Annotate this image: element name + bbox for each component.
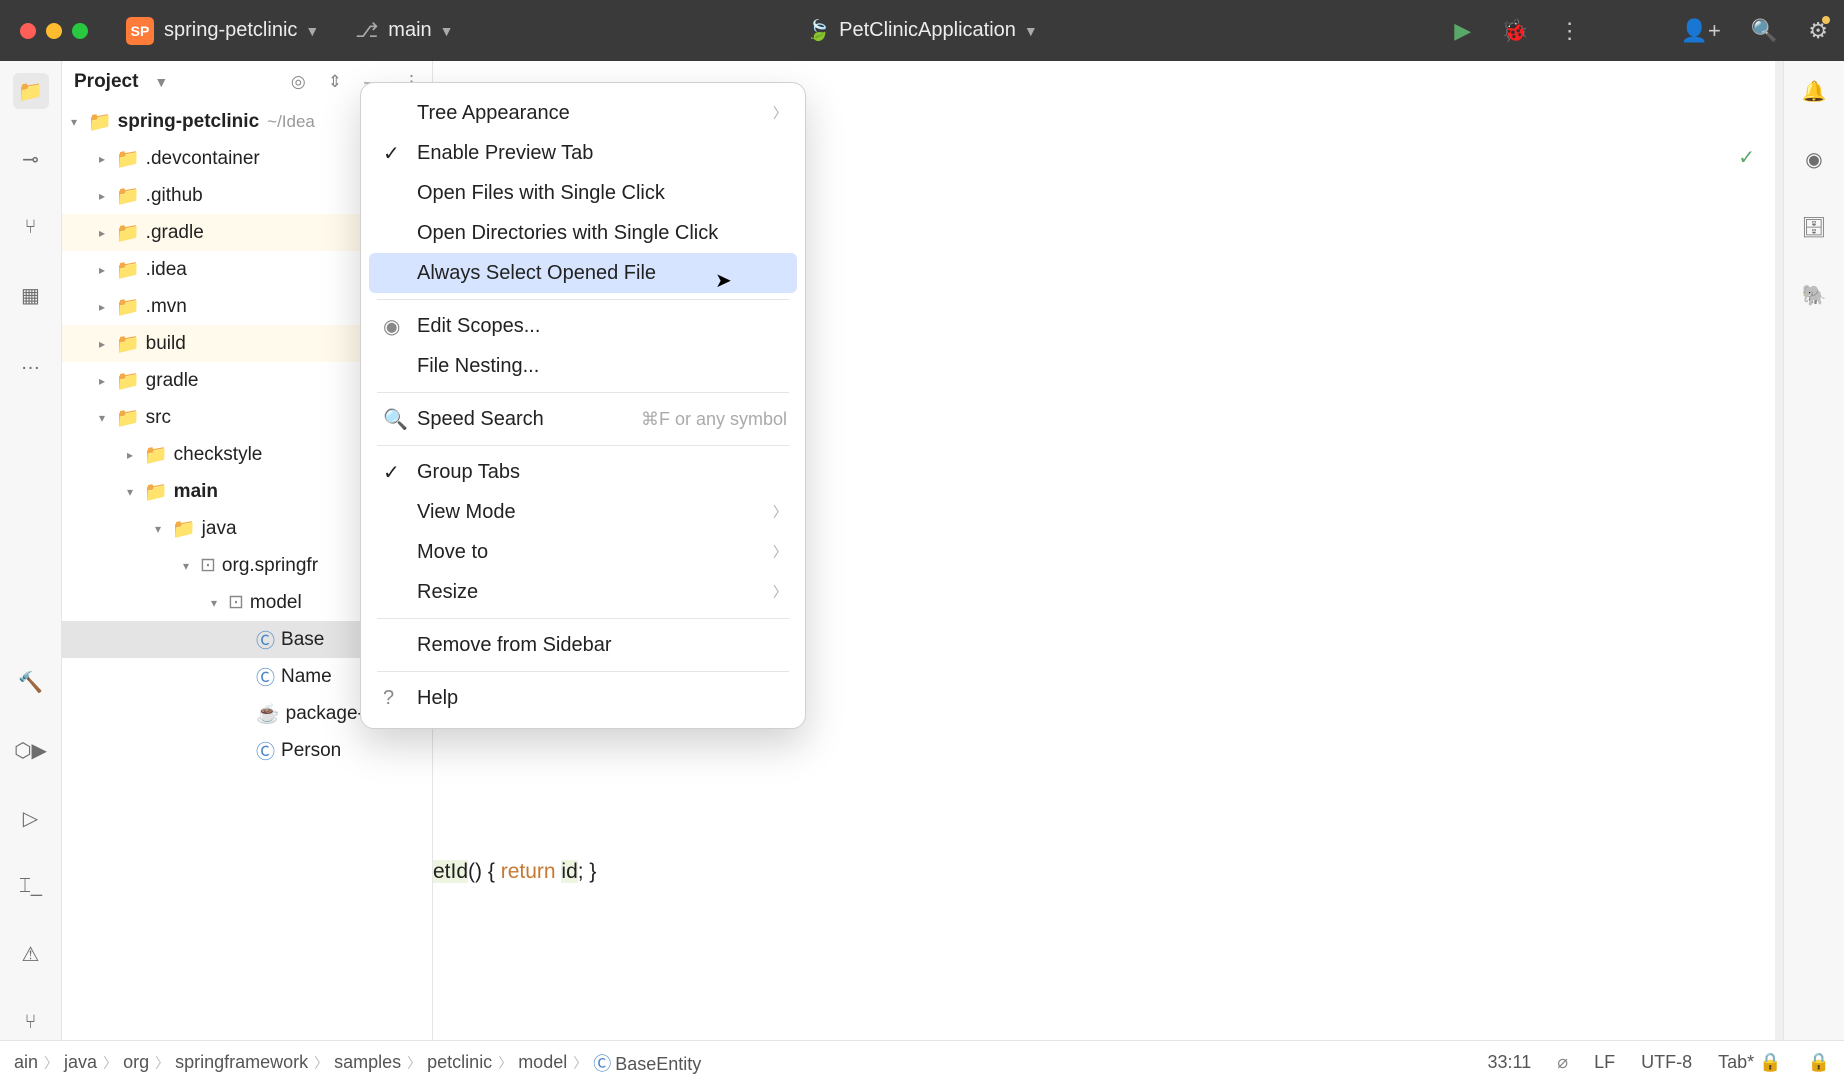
breadcrumb-separator: 〉 (44, 1053, 58, 1073)
breadcrumbs[interactable]: ain 〉 java 〉 org 〉 springframework 〉 samples 〉 pet… (14, 1050, 1488, 1076)
tree-item[interactable]: ⒸPerson (62, 732, 432, 769)
menu-item[interactable]: ?Help (361, 678, 805, 718)
breadcrumb-item[interactable]: samples (334, 1052, 401, 1073)
status-bar: ain 〉 java 〉 org 〉 springframework 〉 samples 〉 pet… (0, 1040, 1844, 1084)
more-tools-icon[interactable]: … (13, 345, 49, 381)
run-tool-icon[interactable]: ▷ (13, 800, 49, 836)
vcs-tool-icon[interactable]: ⑂ (13, 1004, 49, 1040)
menu-separator (377, 445, 789, 446)
branch-widget[interactable]: ⎇ main ▼ (355, 18, 453, 43)
breadcrumb-item[interactable]: ain (14, 1052, 38, 1073)
breadcrumb-item[interactable]: springframework (175, 1052, 308, 1073)
breadcrumb-item[interactable]: model (518, 1052, 567, 1073)
menu-item[interactable]: File Nesting... (361, 346, 805, 386)
branch-name: main (388, 19, 431, 42)
menu-item[interactable]: Resize〉 (361, 572, 805, 612)
project-badge: SP (126, 17, 154, 45)
expand-collapse-icon[interactable]: ⇕ (328, 72, 342, 92)
project-tool-icon[interactable]: 📁 (13, 73, 49, 109)
terminal-tool-icon[interactable]: ⌶_ (13, 868, 49, 904)
menu-item[interactable]: 🔍Speed Search⌘F or any symbol (361, 399, 805, 439)
breadcrumb-separator: 〉 (103, 1053, 117, 1073)
settings-icon[interactable]: ⚙ (1808, 18, 1828, 44)
minimize-window[interactable] (46, 23, 62, 39)
problems-tool-icon[interactable]: ⚠ (13, 936, 49, 972)
readonly-toggle-icon[interactable]: 🔒 (1808, 1052, 1830, 1073)
notifications-icon[interactable]: 🔔 (1796, 73, 1832, 109)
readonly-icon[interactable]: ⌀ (1557, 1052, 1568, 1073)
notification-dot (1822, 16, 1830, 24)
project-options-menu: Tree Appearance〉✓Enable Preview TabOpen … (360, 82, 806, 729)
database-icon[interactable]: 🗄 (1796, 209, 1832, 245)
indent[interactable]: Tab* 🔒 (1718, 1052, 1781, 1073)
menu-item[interactable]: View Mode〉 (361, 492, 805, 532)
titlebar-right-actions: ▶ 🐞 ⋮ 👤+ 🔍 ⚙ (1454, 18, 1828, 44)
build-tool-icon[interactable]: 🔨 (13, 664, 49, 700)
debug-icon[interactable]: 🐞 (1501, 18, 1528, 44)
encoding[interactable]: UTF-8 (1641, 1052, 1692, 1073)
code-text: etId() { (433, 860, 501, 883)
breadcrumb-item[interactable]: org (123, 1052, 149, 1073)
breadcrumb-item[interactable]: petclinic (427, 1052, 492, 1073)
line-ending[interactable]: LF (1594, 1052, 1615, 1073)
services-tool-icon[interactable]: ⬡▶ (13, 732, 49, 768)
code-text: id; } (556, 860, 597, 883)
menu-item[interactable]: ✓Group Tabs (361, 452, 805, 492)
breadcrumb-separator: 〉 (573, 1053, 587, 1073)
pr-tool-icon[interactable]: ⑂ (13, 209, 49, 245)
run-icon[interactable]: ▶ (1454, 18, 1471, 44)
spring-icon: 🍃 (806, 18, 831, 43)
project-name[interactable]: spring-petclinic (164, 19, 297, 42)
fullscreen-window[interactable] (72, 23, 88, 39)
chevron-down-icon: ▼ (1024, 23, 1038, 39)
menu-item[interactable]: ✓Enable Preview Tab (361, 133, 805, 173)
editor-marker-bar[interactable] (1775, 61, 1783, 1040)
cursor-icon: ➤ (715, 268, 732, 293)
caret-position[interactable]: 33:11 (1488, 1052, 1532, 1073)
right-tool-rail: 🔔 ◉ 🗄 🐘 (1783, 61, 1844, 1040)
chevron-down-icon: ▼ (440, 23, 454, 39)
left-tool-rail: 📁 ⊸ ⑂ ▦ … 🔨 ⬡▶ ▷ ⌶_ ⚠ ⑂ (0, 61, 62, 1040)
menu-item[interactable]: Always Select Opened File (369, 253, 797, 293)
close-window[interactable] (20, 23, 36, 39)
commit-tool-icon[interactable]: ⊸ (13, 141, 49, 177)
chevron-down-icon[interactable]: ▼ (305, 23, 319, 39)
breadcrumb-separator: 〉 (498, 1053, 512, 1073)
code-with-me-icon[interactable]: 👤+ (1681, 18, 1721, 44)
titlebar: SP spring-petclinic ▼ ⎇ main ▼ 🍃 PetClin… (0, 0, 1844, 61)
menu-item[interactable]: Tree Appearance〉 (361, 93, 805, 133)
code-keyword: return (501, 860, 556, 883)
select-opened-file-icon[interactable]: ◎ (291, 72, 306, 92)
gradle-icon[interactable]: 🐘 (1796, 277, 1832, 313)
branch-icon: ⎇ (355, 18, 378, 43)
menu-item[interactable]: Move to〉 (361, 532, 805, 572)
menu-separator (377, 392, 789, 393)
menu-item[interactable]: ◉Edit Scopes... (361, 306, 805, 346)
traffic-lights (20, 23, 88, 39)
menu-item[interactable]: Open Directories with Single Click (361, 213, 805, 253)
breadcrumb-separator: 〉 (155, 1053, 169, 1073)
lock-icon: 🔒 (1759, 1052, 1781, 1072)
menu-item[interactable]: Open Files with Single Click (361, 173, 805, 213)
menu-separator (377, 618, 789, 619)
breadcrumb-item[interactable]: java (64, 1052, 97, 1073)
breadcrumb-separator: 〉 (314, 1053, 328, 1073)
run-config-name: PetClinicApplication (839, 19, 1016, 42)
panel-title[interactable]: Project (74, 71, 138, 93)
menu-item[interactable]: Remove from Sidebar (361, 625, 805, 665)
more-icon[interactable]: ⋮ (1559, 18, 1581, 44)
menu-separator (377, 671, 789, 672)
menu-separator (377, 299, 789, 300)
check-icon[interactable]: ✓ (1738, 141, 1755, 175)
run-configuration[interactable]: 🍃 PetClinicApplication ▼ (806, 18, 1038, 43)
main: 📁 ⊸ ⑂ ▦ … 🔨 ⬡▶ ▷ ⌶_ ⚠ ⑂ Project ▼ ◎ ⇕ — … (0, 61, 1844, 1040)
search-icon[interactable]: 🔍 (1751, 18, 1778, 44)
status-right: 33:11 ⌀ LF UTF-8 Tab* 🔒 🔒 (1488, 1052, 1830, 1073)
breadcrumb-item[interactable]: ⒸBaseEntity (593, 1050, 701, 1076)
structure-tool-icon[interactable]: ▦ (13, 277, 49, 313)
ai-assistant-icon[interactable]: ◉ (1796, 141, 1832, 177)
breadcrumb-separator: 〉 (407, 1053, 421, 1073)
chevron-down-icon[interactable]: ▼ (154, 74, 168, 90)
